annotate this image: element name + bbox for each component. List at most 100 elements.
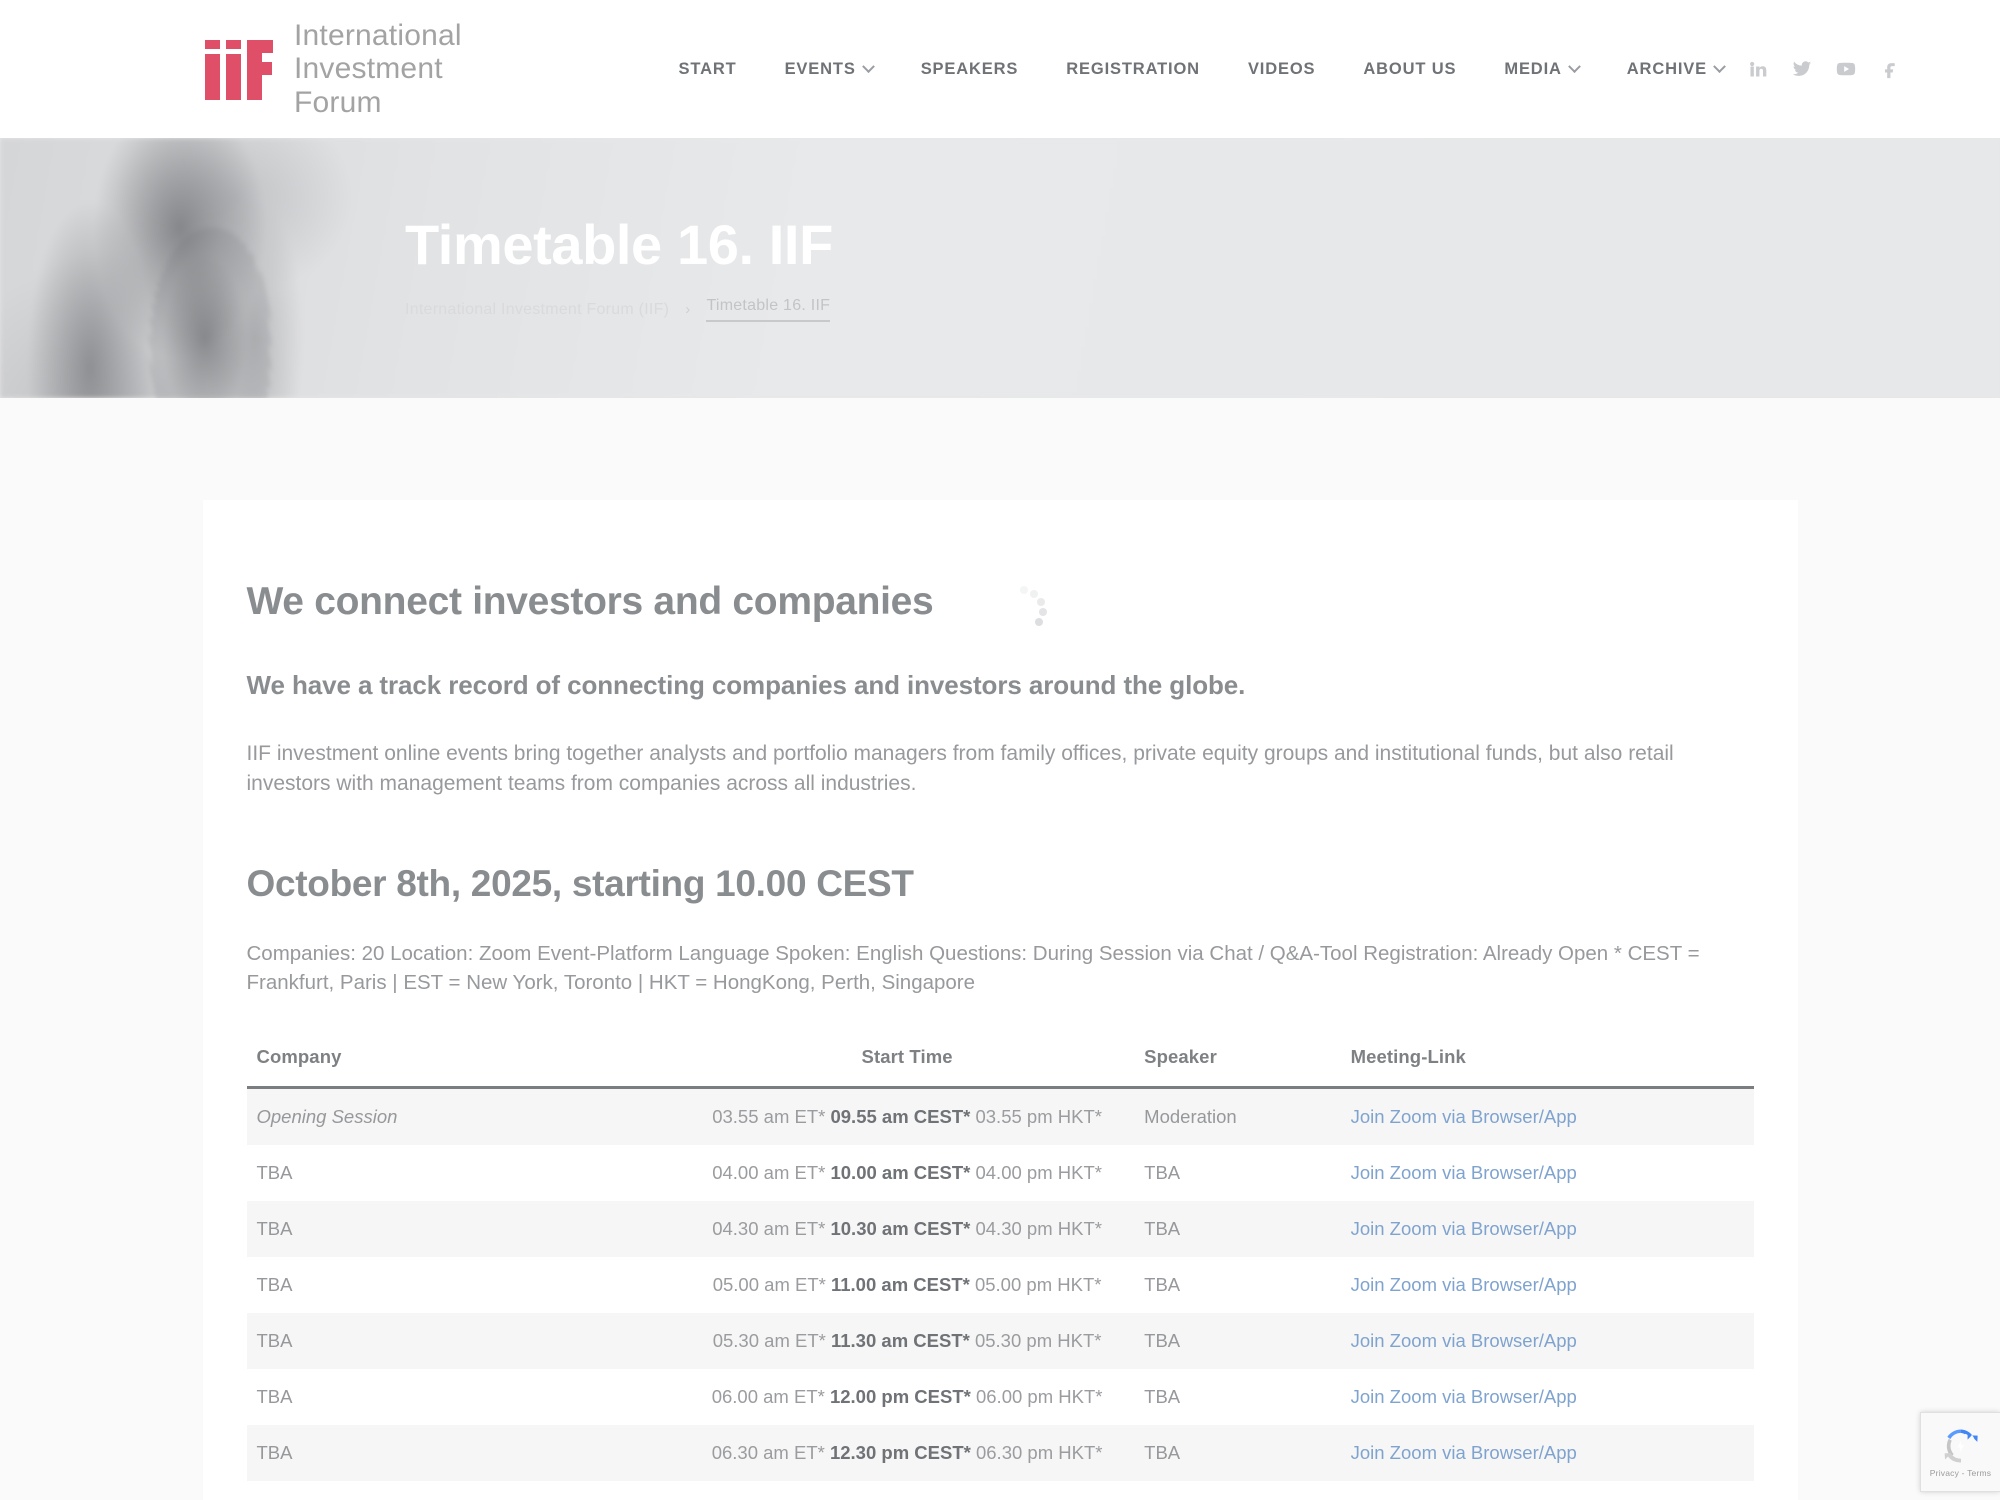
time-et: 05.00 am ET*	[712, 1274, 826, 1296]
time-cest: 11.00 am CEST*	[830, 1274, 970, 1296]
table-row: TBA 06.00 am ET* 12.00 pm CEST* 06.00 pm …	[246, 1369, 1754, 1426]
nav-label: START	[678, 59, 737, 78]
site-logo[interactable]: International Investment Forum	[205, 19, 495, 120]
breadcrumb-separator-icon: ›	[685, 301, 691, 319]
time-et: 05.30 am ET*	[712, 1330, 826, 1352]
join-zoom-link[interactable]: Join Zoom via Browser/App	[1351, 1330, 1577, 1351]
linkedin-icon[interactable]	[1748, 59, 1768, 79]
join-zoom-link[interactable]: Join Zoom via Browser/App	[1351, 1162, 1577, 1183]
breadcrumb: International Investment Forum (IIF) › T…	[405, 297, 1800, 323]
cell-meeting-link: Join Zoom via Browser/App	[1341, 1088, 1754, 1146]
nav-item-speakers[interactable]: SPEAKERS	[897, 60, 1043, 79]
time-et: 06.30 am ET*	[711, 1442, 825, 1464]
table-row: Opening Session 03.55 am ET* 09.55 am CES…	[246, 1087, 1754, 1146]
cell-company: TBA	[256, 1442, 293, 1464]
youtube-icon[interactable]	[1836, 59, 1856, 79]
join-zoom-link[interactable]: Join Zoom via Browser/App	[1351, 1442, 1577, 1463]
page-hero: Timetable 16. IIF International Investme…	[0, 138, 2000, 398]
cell-company: TBA	[256, 1218, 293, 1240]
time-et: 06.00 am ET*	[711, 1386, 825, 1408]
nav-item-archive[interactable]: ARCHIVE	[1603, 60, 1748, 79]
content-card: We connect investors and companies We ha…	[202, 500, 1798, 1500]
nav-label: MEDIA	[1504, 59, 1562, 78]
nav-item-media[interactable]: MEDIA	[1480, 60, 1602, 79]
cell-speaker: TBA	[1144, 1386, 1181, 1408]
chevron-down-icon	[1567, 59, 1581, 73]
table-row: TBA 06.30 am ET* 12.30 pm CEST* 06.30 pm …	[246, 1425, 1754, 1482]
time-hkt: 05.30 pm HKT*	[974, 1330, 1102, 1352]
chevron-down-icon	[1713, 59, 1726, 73]
nav-item-videos[interactable]: VIDEOS	[1224, 60, 1339, 79]
cell-company: TBA	[256, 1386, 293, 1408]
join-zoom-link[interactable]: Join Zoom via Browser/App	[1351, 1218, 1577, 1239]
cell-meeting-link: Join Zoom via Browser/App	[1341, 1313, 1754, 1369]
breadcrumb-current: Timetable 16. IIF	[706, 297, 831, 323]
cell-start-time: 03.55 am ET* 09.55 am CEST* 03.55 pm HKT…	[680, 1088, 1134, 1146]
time-cest: 09.55 am CEST*	[830, 1106, 971, 1128]
cell-company: TBA	[247, 1481, 681, 1500]
event-date-heading: October 8th, 2025, starting 10.00 CEST	[246, 862, 914, 904]
nav-label: ABOUT US	[1363, 59, 1457, 78]
table-row: TBA07.00 am ET* 01.00 pm CEST* 07.00 pm …	[246, 1481, 1754, 1500]
join-zoom-link[interactable]: Join Zoom via Browser/App	[1351, 1386, 1577, 1407]
nav-label: SPEAKERS	[920, 59, 1019, 78]
cell-start-time: 06.30 am ET* 12.30 pm CEST* 06.30 pm HKT…	[680, 1425, 1134, 1481]
nav-label: ARCHIVE	[1626, 59, 1707, 78]
table-row: TBA 05.30 am ET* 11.30 am CEST* 05.30 pm …	[246, 1313, 1754, 1370]
time-cest: 10.30 am CEST*	[830, 1218, 971, 1240]
cell-start-time: 04.30 am ET* 10.30 am CEST* 04.30 pm HKT…	[680, 1201, 1134, 1257]
nav-label: EVENTS	[784, 59, 856, 78]
time-cest: 11.30 am CEST*	[830, 1330, 970, 1352]
cell-speaker: TBA	[1144, 1162, 1181, 1184]
table-row: TBA 04.30 am ET* 10.30 am CEST* 04.30 pm …	[246, 1201, 1754, 1258]
cell-start-time: 06.00 am ET* 12.00 pm CEST* 06.00 pm HKT…	[680, 1369, 1134, 1425]
cell-speaker: TBA	[1144, 1274, 1181, 1296]
cell-meeting-link: Join Zoom via Browser/App	[1341, 1369, 1754, 1425]
time-hkt: 05.00 pm HKT*	[974, 1274, 1102, 1296]
table-header-row: Company Start Time Speaker Meeting-Link	[246, 1046, 1754, 1090]
time-et: 04.00 am ET*	[712, 1162, 826, 1184]
recaptcha-icon	[1944, 1429, 1978, 1463]
join-zoom-link[interactable]: Join Zoom via Browser/App	[1351, 1274, 1577, 1295]
cell-speaker: TBA	[1144, 1442, 1181, 1464]
event-meta-paragraph: Companies: 20 Location: Zoom Event-Platf…	[246, 941, 1700, 995]
column-header-speaker: Speaker	[1134, 1046, 1341, 1090]
nav-item-start[interactable]: START	[655, 60, 761, 79]
join-zoom-link[interactable]: Join Zoom via Browser/App	[1351, 1106, 1577, 1127]
time-et: 03.55 am ET*	[712, 1106, 826, 1128]
nav-item-about-us[interactable]: ABOUT US	[1339, 60, 1480, 79]
logo-wordmark: International Investment Forum	[294, 19, 495, 120]
cell-meeting-link: Join Zoom via Browser/App	[1341, 1425, 1754, 1481]
cell-speaker: TBA	[1144, 1218, 1181, 1240]
timetable: Company Start Time Speaker Meeting-Link …	[246, 1046, 1754, 1500]
logo-line-1: International	[294, 18, 462, 52]
chevron-down-icon	[861, 59, 875, 73]
cell-speaker: TBA	[1134, 1481, 1340, 1500]
cell-start-time: 05.30 am ET* 11.30 am CEST* 05.30 pm HKT…	[680, 1313, 1134, 1369]
time-hkt: 03.55 pm HKT*	[975, 1106, 1102, 1128]
intro-paragraph: IIF investment online events bring toget…	[246, 742, 1674, 795]
time-cest: 10.00 am CEST*	[830, 1162, 971, 1184]
nav-item-events[interactable]: EVENTS	[761, 60, 897, 79]
cell-company: TBA	[256, 1330, 293, 1352]
cell-meeting-link: Join Zoom via Browser/App	[1341, 1257, 1754, 1313]
cell-company: TBA	[256, 1274, 293, 1296]
recaptcha-terms-label: Privacy - Terms	[1929, 1468, 1992, 1478]
time-hkt: 06.30 pm HKT*	[975, 1442, 1103, 1464]
cell-company: TBA	[256, 1162, 293, 1184]
cell-meeting-link: Join Zoom via Browser/App	[1341, 1481, 1754, 1500]
page-body: We connect investors and companies We ha…	[0, 398, 2000, 1500]
nav-item-registration[interactable]: REGISTRATION	[1042, 60, 1224, 79]
time-hkt: 04.30 pm HKT*	[975, 1218, 1102, 1240]
time-hkt: 04.00 pm HKT*	[975, 1162, 1102, 1184]
breadcrumb-home-link[interactable]: International Investment Forum (IIF)	[405, 301, 669, 319]
timetable-body: Opening Session 03.55 am ET* 09.55 am CES…	[246, 1087, 1754, 1500]
cell-start-time: 07.00 am ET* 01.00 pm CEST* 07.00 pm HKT…	[680, 1481, 1134, 1500]
time-et: 04.30 am ET*	[712, 1218, 826, 1240]
recaptcha-badge[interactable]: Privacy - Terms	[1920, 1412, 2000, 1492]
column-header-company: Company	[246, 1046, 681, 1090]
cell-speaker: Moderation	[1144, 1106, 1237, 1128]
twitter-icon[interactable]	[1792, 59, 1812, 79]
facebook-icon[interactable]	[1880, 59, 1900, 79]
logo-line-2: Investment Forum	[294, 52, 443, 119]
